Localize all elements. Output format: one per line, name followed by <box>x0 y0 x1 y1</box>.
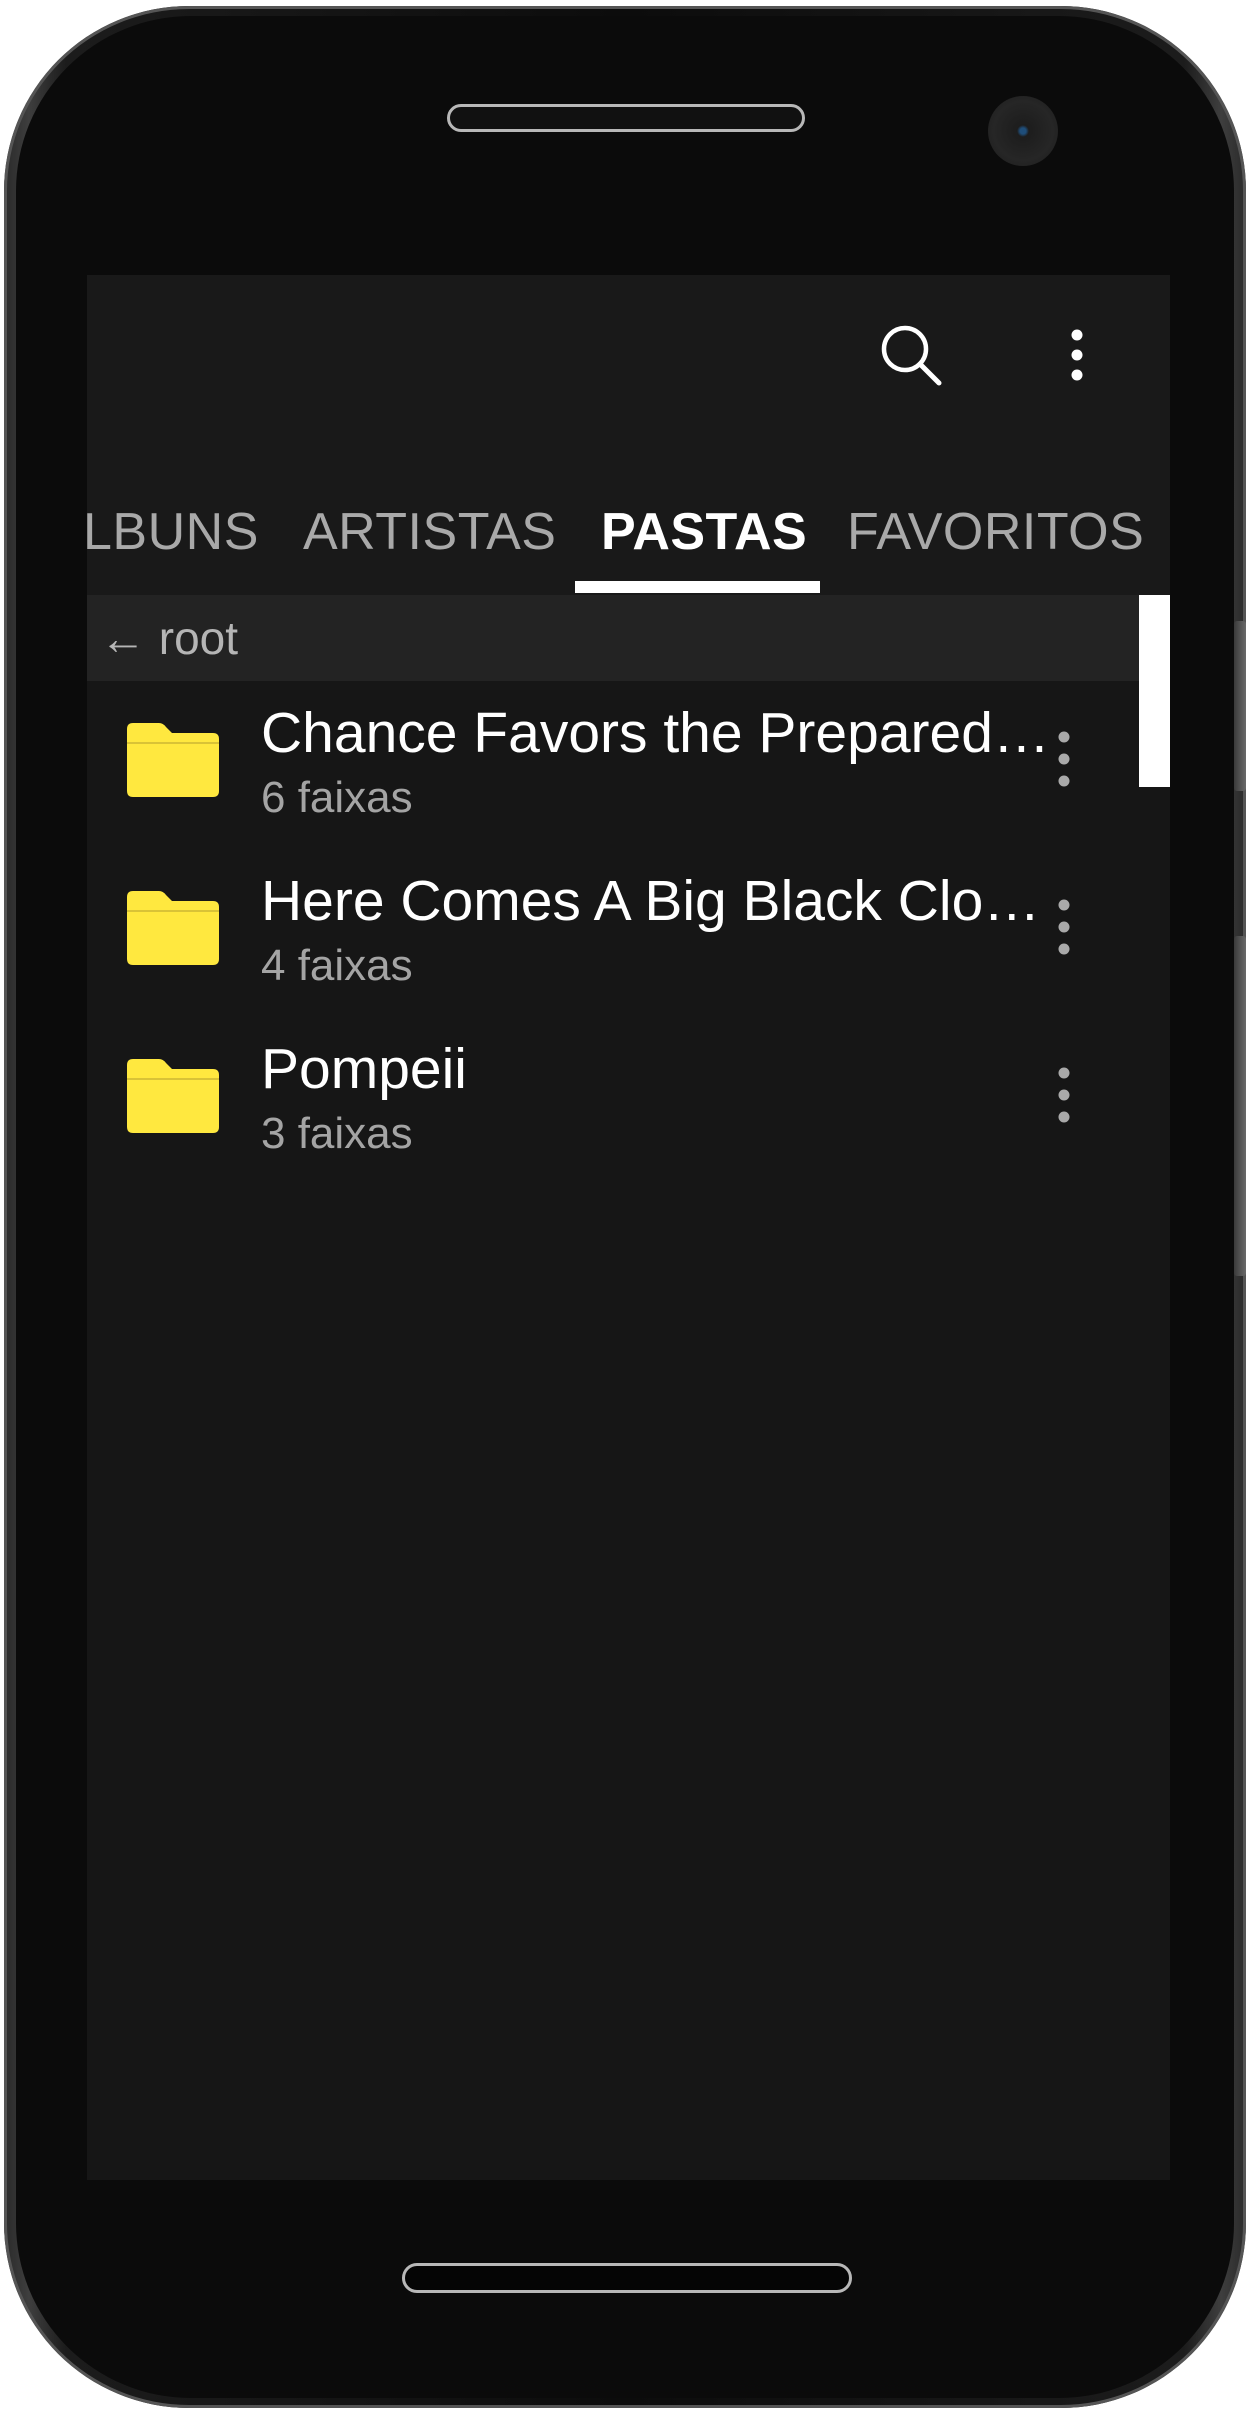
tab-selected-indicator <box>575 581 820 593</box>
folder-title: Chance Favors the Prepared… <box>261 701 1050 765</box>
tab-artistas[interactable]: ARTISTAS <box>303 465 556 595</box>
folder-title: Pompeii <box>261 1037 467 1101</box>
tab-pastas[interactable]: PASTAS <box>601 465 807 595</box>
tab-albuns[interactable]: LBUNS <box>87 465 259 595</box>
folder-icon <box>127 1059 219 1133</box>
tab-favoritos[interactable]: FAVORITOS <box>847 465 1144 595</box>
front-camera <box>988 96 1058 166</box>
app-screen: LBUNS ARTISTAS PASTAS FAVORITOS ← root C… <box>87 275 1170 2180</box>
folder-track-count: 4 faixas <box>261 941 413 990</box>
bottom-speaker <box>402 2263 852 2293</box>
folder-icon <box>127 891 219 965</box>
tab-bar: LBUNS ARTISTAS PASTAS FAVORITOS <box>87 465 1170 595</box>
list-item[interactable]: Here Comes A Big Black Clo… 4 faixas <box>87 849 1139 1017</box>
app-bar: LBUNS ARTISTAS PASTAS FAVORITOS <box>87 275 1170 595</box>
list-item[interactable]: Chance Favors the Prepared… 6 faixas <box>87 681 1139 849</box>
more-vertical-icon[interactable] <box>1054 897 1074 957</box>
more-vertical-icon[interactable] <box>1054 729 1074 789</box>
power-button <box>1234 936 1246 1276</box>
search-icon[interactable] <box>878 322 944 388</box>
breadcrumb[interactable]: ← root <box>87 595 1170 681</box>
folder-track-count: 6 faixas <box>261 773 413 822</box>
folder-title: Here Comes A Big Black Clo… <box>261 869 1041 933</box>
list-item[interactable]: Pompeii 3 faixas <box>87 1017 1139 1185</box>
breadcrumb-back-root[interactable]: ← root <box>100 595 238 681</box>
earpiece-speaker <box>447 104 805 132</box>
volume-button <box>1234 621 1246 791</box>
scrollbar-thumb[interactable] <box>1139 595 1170 787</box>
more-vertical-icon[interactable] <box>1062 325 1092 385</box>
folder-icon <box>127 723 219 797</box>
folder-track-count: 3 faixas <box>261 1109 413 1158</box>
more-vertical-icon[interactable] <box>1054 1065 1074 1125</box>
